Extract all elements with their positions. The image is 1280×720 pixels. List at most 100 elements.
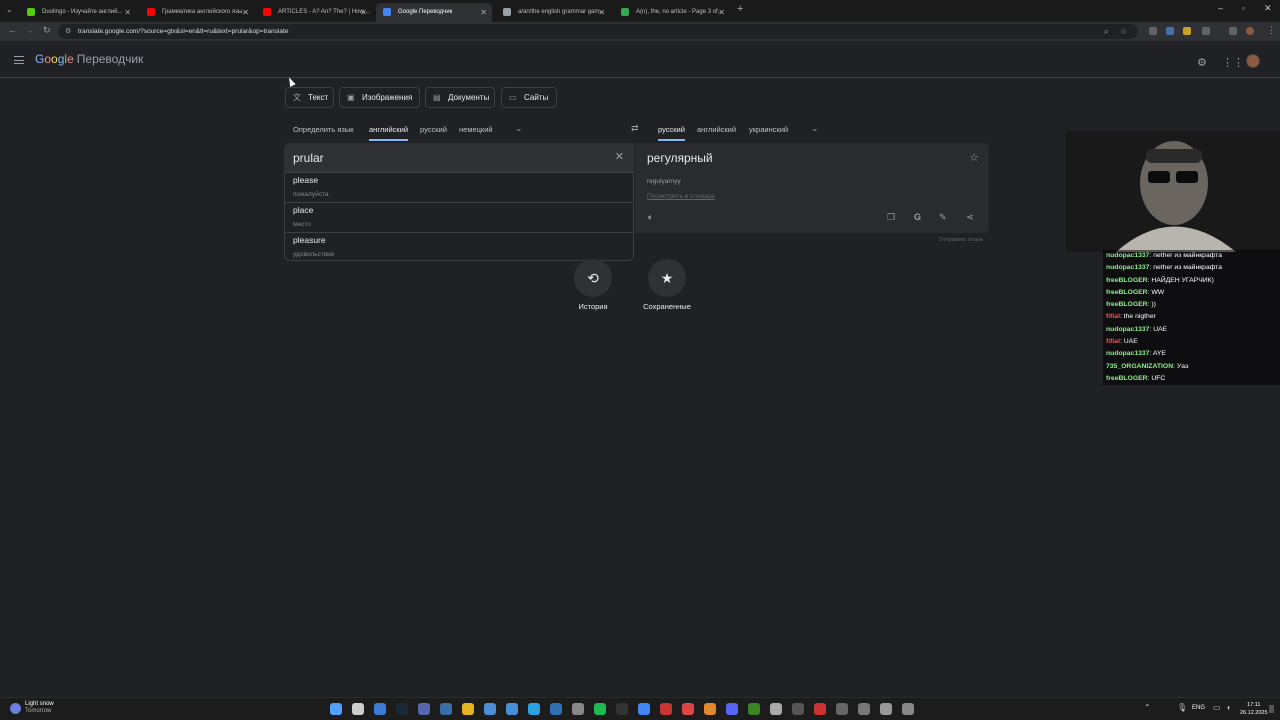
- taskbar-app-icon[interactable]: [770, 703, 782, 715]
- taskbar-app-icon[interactable]: [550, 703, 562, 715]
- google-search-icon[interactable]: G: [914, 212, 921, 222]
- taskbar-app-icon[interactable]: [616, 703, 628, 715]
- taskbar-file-explorer-icon[interactable]: [462, 703, 474, 715]
- swap-languages-icon[interactable]: ⇄: [631, 123, 639, 134]
- taskbar-settings-icon[interactable]: [572, 703, 584, 715]
- network-icon[interactable]: ▭: [1213, 703, 1221, 712]
- target-lang-russian[interactable]: русский: [658, 125, 685, 141]
- site-info-icon[interactable]: ⚙: [65, 24, 71, 39]
- google-translate-logo[interactable]: Google Переводчик: [35, 52, 143, 66]
- taskbar-app-icon[interactable]: [792, 703, 804, 715]
- browser-tab[interactable]: Google Переводчик ✕: [376, 3, 492, 22]
- taskbar-app-icon[interactable]: [682, 703, 694, 715]
- volume-icon[interactable]: ◖: [1226, 703, 1231, 712]
- source-lang-more-chevron-icon[interactable]: ⌄: [515, 123, 523, 134]
- tab-search-icon[interactable]: ⌄: [6, 5, 13, 14]
- suggestion-item[interactable]: pleasure удовольствие: [285, 233, 633, 263]
- browser-tab[interactable]: A(n), the, no article - Page 3 of... ✕: [614, 3, 730, 22]
- tab-close-icon[interactable]: ✕: [718, 3, 725, 22]
- taskbar-spotify-icon[interactable]: [594, 703, 606, 715]
- weather-icon[interactable]: [10, 703, 21, 714]
- taskbar-settings-icon[interactable]: [902, 703, 914, 715]
- address-bar[interactable]: ⚙ translate.google.com/?source=gtx&sl=en…: [58, 24, 1138, 39]
- bookmark-star-icon[interactable]: ☆: [1120, 24, 1127, 39]
- browser-tab[interactable]: Duolingo - Изучайте англий... ✕: [20, 3, 136, 22]
- save-translation-star-icon[interactable]: ☆: [969, 151, 979, 164]
- source-lang-german[interactable]: немецкий: [459, 125, 493, 134]
- taskbar-app-icon[interactable]: [506, 703, 518, 715]
- taskbar-steam-icon[interactable]: [396, 703, 408, 715]
- dictionary-link[interactable]: Посмотреть в словаре: [647, 193, 715, 200]
- taskbar-minecraft-icon[interactable]: [748, 703, 760, 715]
- taskbar-start-icon[interactable]: [330, 703, 342, 715]
- taskbar-app-icon[interactable]: [836, 703, 848, 715]
- taskbar-app-icon[interactable]: [814, 703, 826, 715]
- mode-tab-text[interactable]: 文 Текст: [285, 87, 334, 108]
- tab-close-icon[interactable]: ✕: [242, 3, 249, 22]
- main-menu-icon[interactable]: [14, 56, 24, 64]
- close-window-button[interactable]: ✕: [1264, 3, 1272, 14]
- back-button[interactable]: ←: [8, 25, 17, 35]
- weather-widget[interactable]: Light snow Tomorrow: [25, 701, 54, 715]
- source-lang-english[interactable]: английский: [369, 125, 409, 141]
- mode-tab-websites[interactable]: ▭ Сайты: [501, 87, 557, 108]
- profile-avatar[interactable]: [1246, 27, 1254, 35]
- extension-icon[interactable]: [1183, 27, 1191, 35]
- copy-icon[interactable]: ❐: [887, 212, 895, 223]
- taskbar-task-view-icon[interactable]: [374, 703, 386, 715]
- downloads-icon[interactable]: [1229, 27, 1237, 35]
- source-lang-russian[interactable]: русский: [420, 125, 447, 134]
- maximize-button[interactable]: ▫: [1242, 4, 1245, 13]
- taskbar-telegram-icon[interactable]: [528, 703, 540, 715]
- browser-tab[interactable]: ARTICLES - A? An? The? | How ... ✕: [256, 3, 372, 22]
- notifications-icon[interactable]: [1269, 705, 1274, 713]
- microphone-icon[interactable]: 🎙︎: [1177, 703, 1187, 712]
- saved-button[interactable]: ★: [648, 259, 686, 297]
- taskbar-app-icon[interactable]: [484, 703, 496, 715]
- clear-source-icon[interactable]: ✕: [615, 150, 624, 163]
- taskbar-app-icon[interactable]: [880, 703, 892, 715]
- forward-button[interactable]: →: [25, 25, 34, 35]
- settings-gear-icon[interactable]: ⚙: [1197, 56, 1207, 69]
- browser-tab[interactable]: a/an/the english grammar gam... ✕: [496, 3, 610, 22]
- browser-tab[interactable]: Грамматика английского язы... ✕: [140, 3, 254, 22]
- mode-tab-documents[interactable]: ▤ Документы: [425, 87, 495, 108]
- target-lang-english[interactable]: английский: [697, 125, 736, 134]
- menu-kebab-icon[interactable]: ⋮: [1267, 25, 1276, 36]
- tab-close-icon[interactable]: ✕: [360, 3, 367, 22]
- taskbar-discord-icon[interactable]: [726, 703, 738, 715]
- input-language[interactable]: ENG: [1192, 705, 1205, 711]
- tab-close-icon[interactable]: ✕: [480, 3, 487, 22]
- minimize-button[interactable]: –: [1218, 3, 1223, 13]
- suggestion-item[interactable]: please пожалуйста: [285, 173, 633, 203]
- send-feedback-link[interactable]: Отправить отзыв: [939, 237, 983, 243]
- tab-close-icon[interactable]: ✕: [598, 3, 605, 22]
- listen-speaker-icon[interactable]: 🔈︎: [648, 212, 653, 223]
- history-button[interactable]: ⟲: [574, 259, 612, 297]
- extension-icon[interactable]: [1166, 27, 1174, 35]
- taskbar-app-icon[interactable]: [440, 703, 452, 715]
- apps-grid-icon[interactable]: ⋮⋮: [1222, 56, 1244, 69]
- taskbar-search-icon[interactable]: [352, 703, 364, 715]
- extension-icon[interactable]: [1149, 27, 1157, 35]
- share-icon[interactable]: ⋖: [966, 212, 974, 223]
- mode-tab-images[interactable]: ▣ Изображения: [339, 87, 420, 108]
- extensions-puzzle-icon[interactable]: [1202, 27, 1210, 35]
- new-tab-button[interactable]: +: [737, 3, 743, 15]
- target-lang-more-chevron-icon[interactable]: ⌄: [811, 123, 819, 134]
- tray-chevron-icon[interactable]: ⌃: [1144, 703, 1151, 712]
- taskbar-app-icon[interactable]: [858, 703, 870, 715]
- zoom-icon[interactable]: ⌕: [1104, 24, 1108, 39]
- account-avatar[interactable]: [1246, 54, 1260, 68]
- taskbar-app-icon[interactable]: [704, 703, 716, 715]
- rate-translation-icon[interactable]: ✎: [939, 212, 947, 223]
- tab-close-icon[interactable]: ✕: [124, 3, 131, 22]
- source-text-input[interactable]: prular: [293, 151, 324, 165]
- target-lang-ukrainian[interactable]: украинский: [749, 125, 788, 134]
- source-lang-detect[interactable]: Определить язык: [293, 125, 354, 134]
- system-clock[interactable]: 17:11 26.12.2025: [1240, 701, 1268, 717]
- suggestion-item[interactable]: place место: [285, 203, 633, 233]
- reload-button[interactable]: ↻: [43, 25, 51, 36]
- taskbar-app-icon[interactable]: [418, 703, 430, 715]
- taskbar-app-icon[interactable]: [660, 703, 672, 715]
